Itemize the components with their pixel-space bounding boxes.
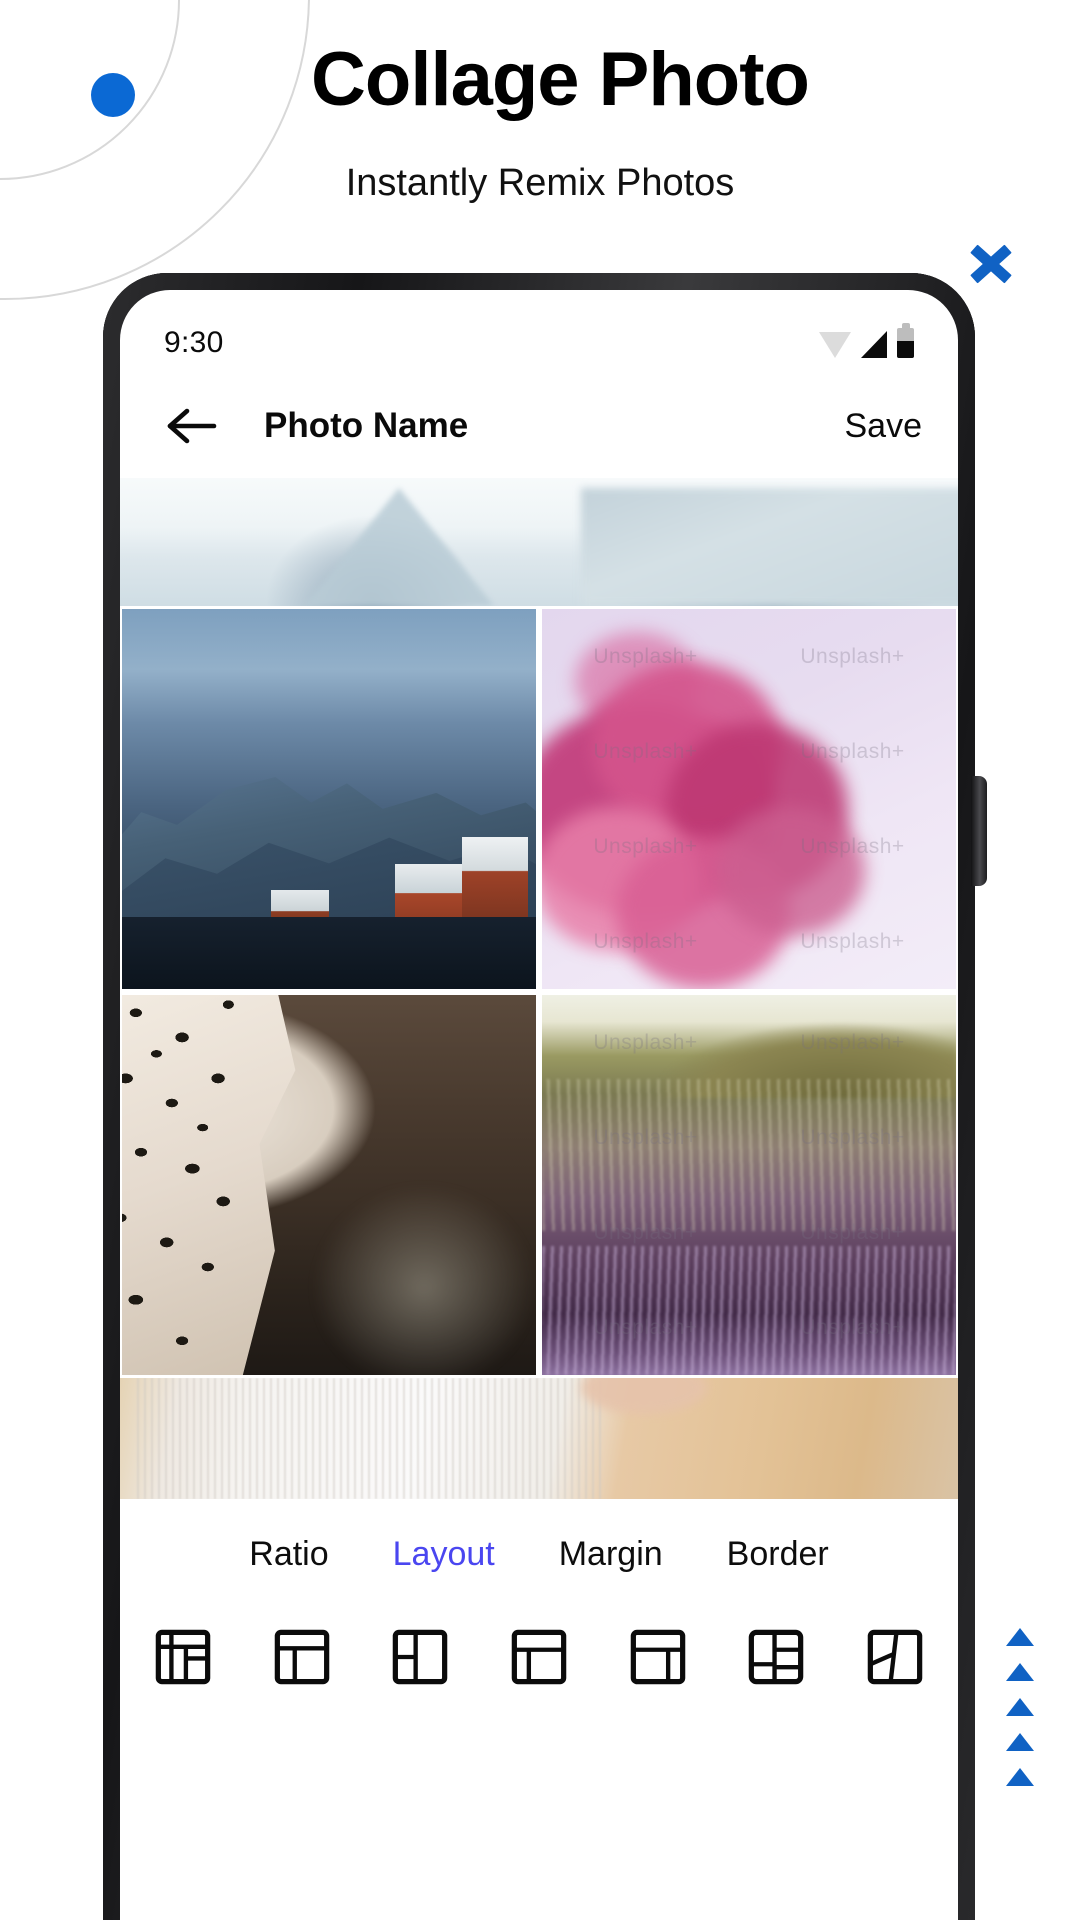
tab-layout[interactable]: Layout bbox=[361, 1535, 527, 1574]
power-button[interactable] bbox=[971, 776, 987, 886]
status-time: 9:30 bbox=[164, 326, 224, 359]
layout-grid-3-icon bbox=[393, 1629, 448, 1685]
collage-strip-bottom[interactable] bbox=[120, 1378, 958, 1499]
nav-bar-hint bbox=[424, 1850, 654, 1857]
layout-grid-6-icon bbox=[749, 1629, 804, 1685]
status-icons bbox=[819, 328, 914, 358]
pink-smoke-photo bbox=[542, 609, 956, 989]
save-button[interactable]: Save bbox=[845, 407, 923, 446]
editor-panel: Ratio Layout Margin Border bbox=[120, 1499, 958, 1873]
editor-tabs: Ratio Layout Margin Border bbox=[120, 1499, 958, 1574]
leopard-photo bbox=[122, 995, 536, 1375]
battery-icon bbox=[897, 328, 914, 358]
collage-cell-pink-smoke[interactable]: Unsplash+ Unsplash+ Unsplash+ Unsplash+ … bbox=[542, 609, 956, 989]
collage-grid: Unsplash+ Unsplash+ Unsplash+ Unsplash+ … bbox=[122, 609, 956, 1375]
collage-strip-top[interactable] bbox=[120, 478, 958, 606]
layout-option-2-button[interactable] bbox=[273, 1628, 331, 1686]
tab-ratio[interactable]: Ratio bbox=[217, 1535, 360, 1574]
layout-option-5-button[interactable] bbox=[629, 1628, 687, 1686]
back-button[interactable] bbox=[160, 395, 222, 457]
tab-border[interactable]: Border bbox=[695, 1535, 861, 1574]
promo-screenshot: Collage Photo Instantly Remix Photos 9:3… bbox=[0, 0, 1080, 1920]
signal-icon bbox=[861, 331, 887, 358]
phone-screen: 9:30 Photo Name Save Unsplash+ Unsplash+… bbox=[120, 290, 958, 1920]
collage-cell-leopard[interactable] bbox=[122, 995, 536, 1375]
phone-mockup: 9:30 Photo Name Save Unsplash+ Unsplash+… bbox=[103, 273, 987, 1920]
layout-grid-4-icon bbox=[511, 1629, 567, 1685]
triangle-stack-icon bbox=[1006, 1628, 1034, 1786]
layout-option-3-button[interactable] bbox=[391, 1628, 449, 1686]
snow-peak-photo bbox=[120, 478, 958, 606]
status-bar: 9:30 bbox=[120, 290, 958, 374]
mountain-village-photo bbox=[122, 609, 536, 989]
layout-grid-1-icon bbox=[155, 1629, 211, 1685]
app-bar: Photo Name Save bbox=[120, 374, 958, 478]
layout-option-7-button[interactable] bbox=[866, 1628, 924, 1686]
wifi-icon bbox=[819, 332, 851, 358]
layout-option-1-button[interactable] bbox=[154, 1628, 212, 1686]
layout-grid-2-icon bbox=[274, 1629, 329, 1685]
tab-margin[interactable]: Margin bbox=[527, 1535, 695, 1574]
page-subtitle: Instantly Remix Photos bbox=[345, 162, 735, 204]
page-title: Collage Photo bbox=[311, 37, 810, 122]
collage-cell-mountain-village[interactable] bbox=[122, 609, 536, 989]
layout-option-4-button[interactable] bbox=[510, 1628, 568, 1686]
layout-options-row bbox=[120, 1574, 958, 1686]
layout-option-6-button[interactable] bbox=[747, 1628, 805, 1686]
collage-canvas[interactable]: Unsplash+ Unsplash+ Unsplash+ Unsplash+ … bbox=[120, 478, 958, 1499]
heather-field-photo bbox=[542, 995, 956, 1375]
x-mark-icon bbox=[962, 235, 1020, 293]
collage-cell-heather-field[interactable]: Unsplash+ Unsplash+ Unsplash+ Unsplash+ … bbox=[542, 995, 956, 1375]
layout-grid-5-icon bbox=[630, 1629, 685, 1685]
app-bar-title: Photo Name bbox=[264, 406, 469, 445]
arrow-left-icon bbox=[167, 408, 217, 444]
sweater-photo bbox=[120, 1378, 958, 1499]
layout-diagonal-icon bbox=[867, 1629, 923, 1685]
